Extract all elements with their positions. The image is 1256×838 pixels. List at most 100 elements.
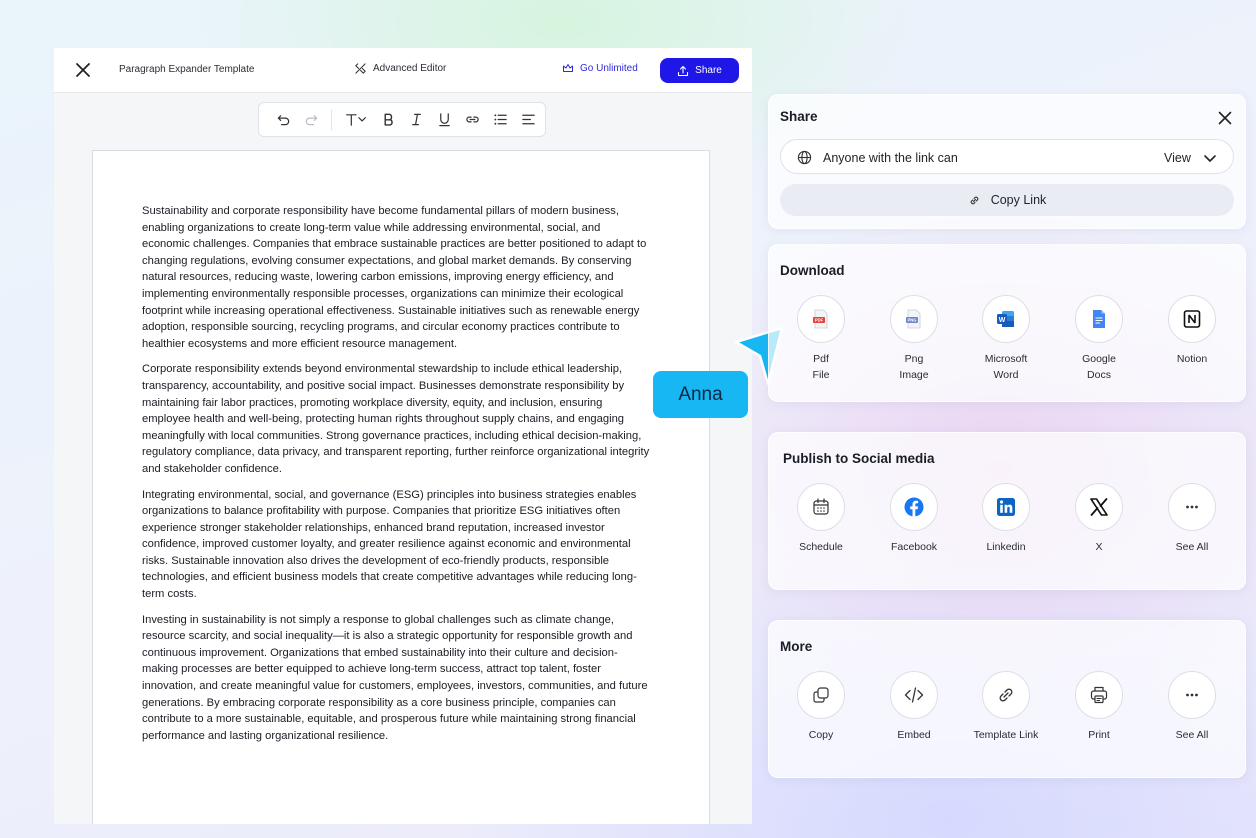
link-access-select[interactable]: Anyone with the link can View xyxy=(780,139,1234,174)
google-docs-icon xyxy=(1093,310,1105,328)
underline-button[interactable] xyxy=(430,106,458,134)
align-button[interactable] xyxy=(514,106,542,134)
download-notion-option[interactable]: Notion xyxy=(1147,295,1237,367)
document-body[interactable]: Sustainability and corporate responsibil… xyxy=(142,203,650,753)
link-icon xyxy=(999,688,1013,702)
option-circle: W xyxy=(982,295,1030,343)
svg-text:PNG: PNG xyxy=(907,318,916,323)
underline-icon xyxy=(438,113,450,127)
social-title: Publish to Social media xyxy=(783,451,935,466)
embed-option[interactable]: Embed xyxy=(869,671,959,743)
advanced-editor-label: Advanced Editor xyxy=(373,63,447,74)
option-circle xyxy=(1168,671,1216,719)
option-label: See All xyxy=(1175,541,1209,553)
option-label: See All xyxy=(1175,729,1209,741)
option-label: Template Link xyxy=(973,729,1039,741)
share-panel-title: Share xyxy=(780,109,818,124)
copy-option[interactable]: Copy xyxy=(776,671,866,743)
facebook-option[interactable]: Facebook xyxy=(869,483,959,555)
option-circle xyxy=(982,671,1030,719)
collaborator-name-tag: Anna xyxy=(653,371,748,418)
paragraph: Corporate responsibility extends beyond … xyxy=(142,363,650,475)
link-button[interactable] xyxy=(458,106,486,134)
schedule-option[interactable]: Schedule xyxy=(776,483,866,555)
code-icon xyxy=(904,687,924,703)
option-label: Pdf File xyxy=(812,353,830,381)
chevron-down-icon xyxy=(1204,155,1216,162)
option-circle xyxy=(1168,295,1216,343)
go-unlimited-label: Go Unlimited xyxy=(580,62,638,74)
option-label: Copy xyxy=(808,729,834,741)
option-label: Embed xyxy=(897,729,931,741)
bold-icon xyxy=(384,113,393,126)
option-circle xyxy=(1075,483,1123,531)
close-icon[interactable] xyxy=(74,61,92,79)
share-button-label: Share xyxy=(695,65,722,76)
text-style-icon xyxy=(346,114,366,126)
crown-icon xyxy=(563,64,573,72)
option-circle xyxy=(890,483,938,531)
svg-text:W: W xyxy=(999,317,1006,324)
option-circle xyxy=(1075,671,1123,719)
close-icon[interactable] xyxy=(1217,110,1233,126)
linkedin-option[interactable]: Linkedin xyxy=(961,483,1051,555)
more-see-all-option[interactable]: See All xyxy=(1147,671,1237,743)
more-icon xyxy=(1186,693,1198,697)
bullet-list-button[interactable] xyxy=(486,106,514,134)
link-icon xyxy=(970,196,979,204)
svg-text:PDF: PDF xyxy=(815,318,824,323)
paragraph: Sustainability and corporate responsibil… xyxy=(142,205,647,350)
permission-value: View xyxy=(1164,151,1191,165)
option-label: Print xyxy=(1088,729,1110,741)
option-label: Png Image xyxy=(899,353,929,381)
toolbar-divider xyxy=(331,109,332,130)
link-access-label: Anyone with the link can xyxy=(823,151,958,165)
social-see-all-option[interactable]: See All xyxy=(1147,483,1237,555)
option-circle xyxy=(797,671,845,719)
italic-icon xyxy=(411,113,421,126)
print-option[interactable]: Print xyxy=(1054,671,1144,743)
document-page[interactable]: Sustainability and corporate responsibil… xyxy=(92,150,710,824)
download-google-docs-option[interactable]: Google Docs xyxy=(1054,295,1144,383)
option-label: Linkedin xyxy=(986,541,1026,553)
calendar-icon xyxy=(813,498,829,515)
align-left-icon xyxy=(521,114,535,125)
redo-button[interactable] xyxy=(297,106,325,134)
option-label: Facebook xyxy=(890,541,938,553)
facebook-icon xyxy=(904,497,924,517)
format-toolbar xyxy=(258,102,546,137)
option-label: X xyxy=(1095,541,1103,553)
printer-icon xyxy=(1090,686,1108,704)
option-circle xyxy=(1168,483,1216,531)
notion-icon xyxy=(1183,310,1201,328)
download-png-option[interactable]: PNG Png Image xyxy=(869,295,959,383)
bold-button[interactable] xyxy=(374,106,402,134)
magic-tools-icon xyxy=(355,63,366,74)
download-word-option[interactable]: W Microsoft Word xyxy=(961,295,1051,383)
link-icon xyxy=(465,116,479,123)
option-circle xyxy=(890,671,938,719)
undo-icon xyxy=(277,115,289,126)
undo-button[interactable] xyxy=(269,106,297,134)
italic-button[interactable] xyxy=(402,106,430,134)
png-icon: PNG xyxy=(906,309,921,329)
document-title: Paragraph Expander Template xyxy=(119,64,255,75)
editor-topbar: Paragraph Expander Template Advanced Edi… xyxy=(54,48,752,93)
template-link-option[interactable]: Template Link xyxy=(961,671,1051,743)
x-icon xyxy=(1090,498,1108,516)
go-unlimited-button[interactable]: Go Unlimited xyxy=(562,62,638,74)
x-option[interactable]: X xyxy=(1054,483,1144,555)
advanced-editor-button[interactable]: Advanced Editor xyxy=(354,62,446,75)
copy-link-button[interactable]: Copy Link xyxy=(780,184,1234,216)
editor-window: Paragraph Expander Template Advanced Edi… xyxy=(54,48,752,824)
pdf-icon: PDF xyxy=(813,309,828,329)
option-circle xyxy=(797,483,845,531)
share-button[interactable]: Share xyxy=(660,58,739,83)
copy-icon xyxy=(813,687,829,703)
download-pdf-option[interactable]: PDF Pdf File xyxy=(776,295,866,383)
copy-link-label: Copy Link xyxy=(990,193,1047,207)
option-circle: PNG xyxy=(890,295,938,343)
text-style-dropdown[interactable] xyxy=(338,106,374,134)
option-label: Notion xyxy=(1176,353,1208,365)
download-panel: Download PDF Pdf File PNG Png Image W Mi… xyxy=(768,244,1246,402)
